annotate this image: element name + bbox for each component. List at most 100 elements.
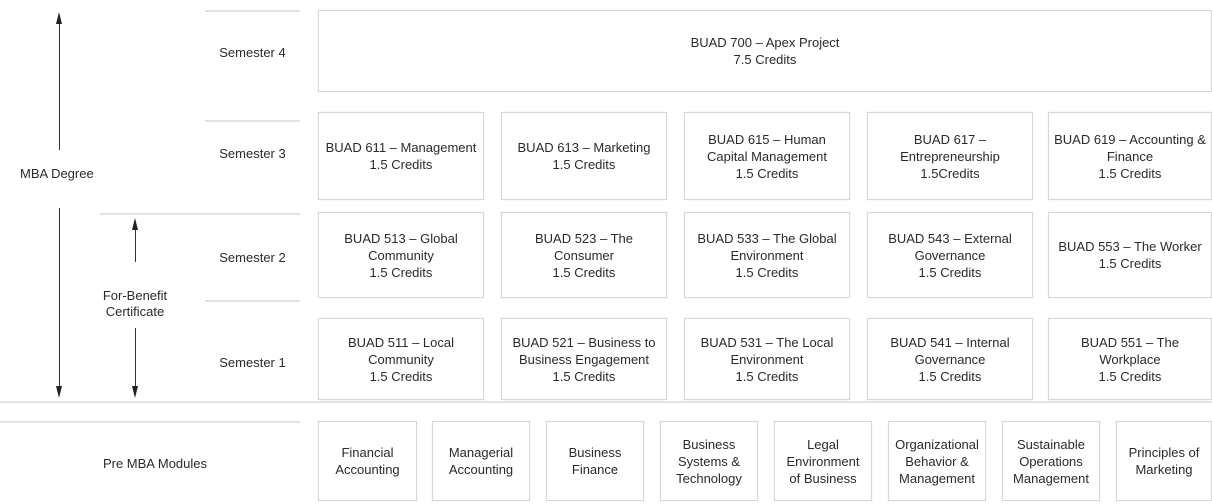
mba-arrow-line-bottom xyxy=(59,208,60,386)
course-title-line: BUAD 619 – Accounting & xyxy=(1054,131,1206,147)
pre-module-line: of Business xyxy=(789,470,857,486)
course-credits: 1.5 Credits xyxy=(918,368,982,384)
course-box-buad-619: BUAD 619 – Accounting & Finance 1.5 Cred… xyxy=(1048,112,1212,200)
apex-project-box: BUAD 700 – Apex Project 7.5 Credits xyxy=(318,10,1212,92)
pre-module-line: Marketing xyxy=(1135,462,1193,477)
course-title-line: BUAD 551 – The xyxy=(1080,334,1180,350)
pre-module-principles-of-marketing: Principles of Marketing xyxy=(1116,421,1212,501)
course-credits: 1.5 Credits xyxy=(1098,256,1162,271)
pre-mba-label: Pre MBA Modules xyxy=(102,456,208,471)
separator-pre-top xyxy=(0,421,300,423)
course-title-line: Governance xyxy=(914,247,986,263)
course-title-line: BUAD 553 – The Worker xyxy=(1058,239,1202,254)
mba-arrow-down-icon xyxy=(56,386,62,398)
course-box-buad-617: BUAD 617 – Entrepreneurship 1.5Credits xyxy=(867,112,1033,200)
course-credits: 1.5 Credits xyxy=(552,157,616,172)
pre-module-line: Business xyxy=(682,436,736,452)
course-credits: 1.5 Credits xyxy=(1098,165,1162,181)
course-title-line: BUAD 541 – Internal xyxy=(890,334,1010,350)
course-title-line: BUAD 531 – The Local xyxy=(700,334,834,350)
course-credits: 1.5Credits xyxy=(920,165,980,181)
course-credits: 1.5 Credits xyxy=(1098,368,1162,384)
course-credits: 1.5 Credits xyxy=(918,264,982,280)
semester-1-label: Semester 1 xyxy=(219,355,286,370)
certificate-label-line-2: Certificate xyxy=(105,304,165,319)
course-title-line: Entrepreneurship xyxy=(900,148,1000,164)
course-title-line: Capital Management xyxy=(707,148,827,164)
separator-main-pre xyxy=(0,401,1212,403)
course-credits: 1.5 Credits xyxy=(735,165,799,181)
pre-module-financial-accounting: Financial Accounting xyxy=(318,421,417,501)
certificate-label: For-Benefit Certificate xyxy=(85,288,185,320)
apex-title: BUAD 700 – Apex Project xyxy=(690,35,840,50)
pre-module-business-systems: Business Systems & Technology xyxy=(660,421,758,501)
pre-module-managerial-accounting: Managerial Accounting xyxy=(432,421,530,501)
pre-module-line: Managerial xyxy=(448,445,514,460)
course-title-line: Environment xyxy=(730,351,804,367)
certificate-arrow-up-icon xyxy=(132,218,138,230)
pre-module-line: Accounting xyxy=(448,462,514,477)
course-box-buad-543: BUAD 543 – External Governance 1.5 Credi… xyxy=(867,212,1033,298)
course-credits: 1.5 Credits xyxy=(369,157,433,172)
course-title-line: BUAD 613 – Marketing xyxy=(517,140,651,155)
course-box-buad-611: BUAD 611 – Management 1.5 Credits xyxy=(318,112,484,200)
mba-degree-label: MBA Degree xyxy=(20,166,94,181)
course-title-line: Community xyxy=(368,247,434,263)
course-box-buad-553: BUAD 553 – The Worker 1.5 Credits xyxy=(1048,212,1212,298)
certificate-arrow-line-bottom xyxy=(135,328,136,386)
pre-module-line: Management xyxy=(899,470,975,486)
course-credits: 1.5 Credits xyxy=(735,368,799,384)
course-title-line: Environment xyxy=(730,247,804,263)
course-title-line: BUAD 521 – Business to xyxy=(512,334,656,350)
separator-s4-s3 xyxy=(205,120,300,122)
separator-top xyxy=(205,10,300,12)
course-box-buad-551: BUAD 551 – The Workplace 1.5 Credits xyxy=(1048,318,1212,400)
pre-module-line: Finance xyxy=(571,462,619,477)
pre-module-line: Management xyxy=(1013,470,1089,486)
pre-module-sustainable-operations: Sustainable Operations Management xyxy=(1002,421,1100,501)
pre-module-business-finance: Business Finance xyxy=(546,421,644,501)
pre-module-line: Behavior & xyxy=(905,453,969,469)
course-title-line: Finance xyxy=(1106,148,1154,164)
course-box-buad-513: BUAD 513 – Global Community 1.5 Credits xyxy=(318,212,484,298)
semester-4-label: Semester 4 xyxy=(219,45,286,60)
course-box-buad-615: BUAD 615 – Human Capital Management 1.5 … xyxy=(684,112,850,200)
pre-module-line: Principles of xyxy=(1128,445,1200,460)
separator-s2-s1 xyxy=(205,300,300,302)
course-credits: 1.5 Credits xyxy=(369,264,433,280)
course-credits: 1.5 Credits xyxy=(369,368,433,384)
pre-module-line: Accounting xyxy=(335,462,400,477)
apex-credits: 7.5 Credits xyxy=(733,52,797,67)
course-title-line: BUAD 533 – The Global xyxy=(697,230,837,246)
course-title-line: Consumer xyxy=(554,247,614,263)
course-title-line: BUAD 615 – Human xyxy=(708,131,826,147)
pre-module-line: Financial xyxy=(341,445,394,460)
course-box-buad-521: BUAD 521 – Business to Business Engageme… xyxy=(501,318,667,400)
course-box-buad-541: BUAD 541 – Internal Governance 1.5 Credi… xyxy=(867,318,1033,400)
course-title-line: BUAD 511 – Local xyxy=(348,334,454,350)
course-title-line: BUAD 617 – xyxy=(913,131,987,147)
course-box-buad-523: BUAD 523 – The Consumer 1.5 Credits xyxy=(501,212,667,298)
semester-3-label: Semester 3 xyxy=(219,146,286,161)
pre-module-line: Organizational xyxy=(895,436,979,452)
course-box-buad-533: BUAD 533 – The Global Environment 1.5 Cr… xyxy=(684,212,850,298)
pre-module-line: Operations xyxy=(1019,453,1083,469)
course-title-line: BUAD 611 – Management xyxy=(325,140,477,155)
pre-module-organizational-behavior: Organizational Behavior & Management xyxy=(888,421,986,501)
mba-arrow-up-icon xyxy=(56,12,62,24)
certificate-arrow-line-top xyxy=(135,230,136,262)
mba-arrow-line-top xyxy=(59,24,60,150)
course-title-line: BUAD 523 – The xyxy=(534,230,634,246)
pre-module-line: Technology xyxy=(676,470,742,486)
course-title-line: BUAD 513 – Global xyxy=(344,230,458,246)
course-title-line: Community xyxy=(368,351,434,367)
course-credits: 1.5 Credits xyxy=(735,264,799,280)
pre-module-line: Systems & xyxy=(677,453,741,469)
pre-module-line: Legal xyxy=(807,436,839,452)
course-title-line: Workplace xyxy=(1099,351,1161,367)
course-title-line: Business Engagement xyxy=(518,351,650,367)
course-box-buad-511: BUAD 511 – Local Community 1.5 Credits xyxy=(318,318,484,400)
pre-module-line: Sustainable xyxy=(1017,436,1085,452)
semester-2-label: Semester 2 xyxy=(219,250,286,265)
course-title-line: BUAD 543 – External xyxy=(888,230,1012,246)
